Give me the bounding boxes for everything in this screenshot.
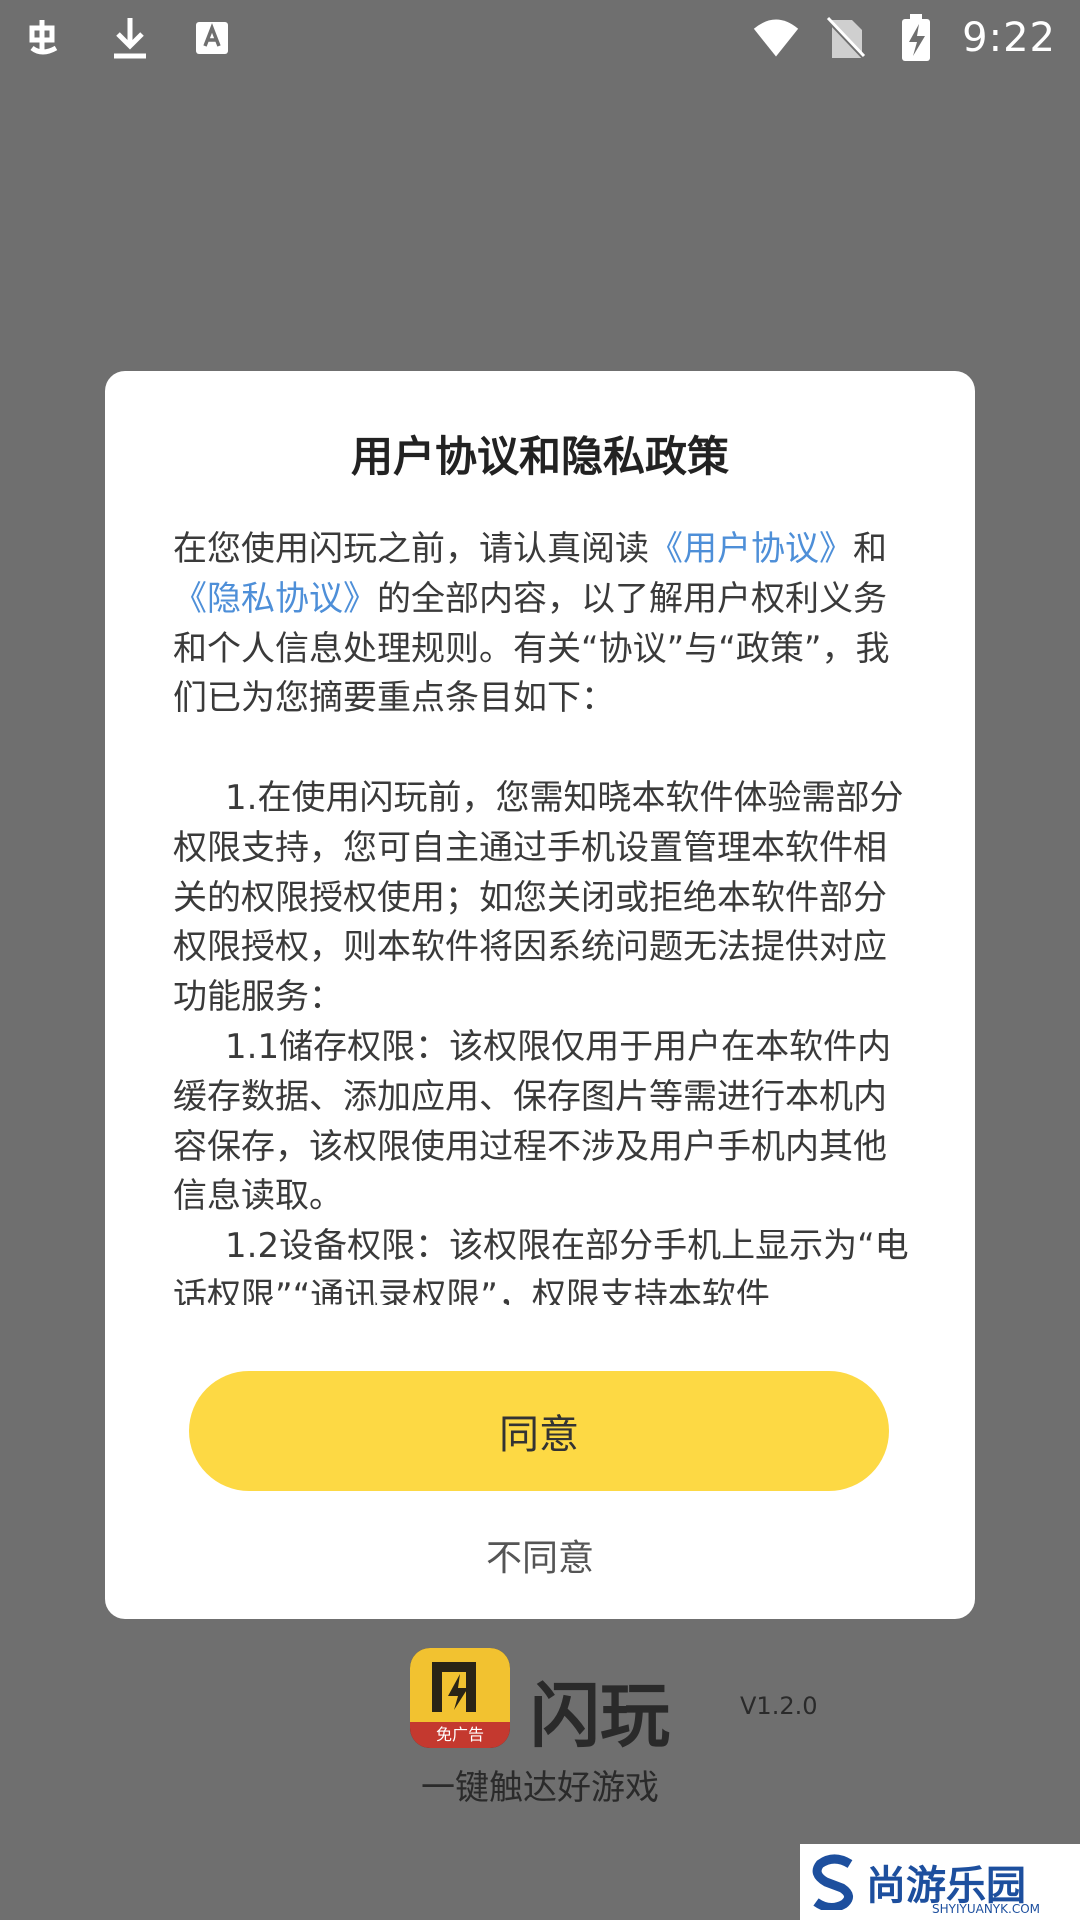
agree-button[interactable]: 同意 [189, 1371, 889, 1491]
status-bar-left [24, 14, 236, 62]
disagree-button[interactable]: 不同意 [105, 1529, 975, 1581]
keyboard-icon [188, 14, 236, 62]
clause-1: 1.在使用闪玩前，您需知晓本软件体验需部分权限支持，您可自主通过手机设置管理本软… [173, 777, 904, 1018]
privacy-agreement-link[interactable]: 《隐私协议》 [173, 579, 377, 619]
app-version: V1.2.0 [740, 1692, 818, 1720]
wifi-icon [752, 14, 800, 62]
dialog-body[interactable]: 在您使用闪玩之前，请认真阅读《用户协议》和《隐私协议》的全部内容，以了解用户权利… [173, 525, 913, 1305]
dialog-title: 用户协议和隐私政策 [350, 432, 729, 481]
download-icon [106, 14, 154, 62]
intro-text-1: 在您使用闪玩之前，请认真阅读 [173, 529, 649, 569]
app-name: 闪玩 [530, 1675, 670, 1757]
app-slogan: 一键触达好游戏 [421, 1768, 659, 1808]
clause-1-2: 1.2设备权限：该权限在部分手机上显示为“电话权限”“通讯录权限”，权限支持本软… [173, 1226, 909, 1305]
watermark-logo-icon [812, 1854, 853, 1910]
site-watermark: 尚游乐园 SHYIYUANYK.COM [800, 1844, 1080, 1920]
watermark-subtext: SHYIYUANYK.COM [932, 1902, 1040, 1916]
status-bar: 9:22 [0, 0, 1080, 76]
intro-paragraph: 在您使用闪玩之前，请认真阅读《用户协议》和《隐私协议》的全部内容，以了解用户权利… [173, 525, 913, 724]
battery-charging-icon [892, 14, 940, 62]
no-sim-icon [822, 14, 870, 62]
app-icon-badge: 免广告 [410, 1722, 510, 1748]
intro-text-2: 和 [853, 529, 887, 569]
status-time: 9:22 [962, 15, 1056, 61]
agreement-dialog: 用户协议和隐私政策 在您使用闪玩之前，请认真阅读《用户协议》和《隐私协议》的全部… [105, 371, 975, 1619]
app-logo: 免广告 [410, 1648, 510, 1748]
status-bar-right: 9:22 [752, 14, 1056, 62]
user-agreement-link[interactable]: 《用户协议》 [649, 529, 853, 569]
lightning-icon [410, 1648, 510, 1722]
app-notification-icon [24, 14, 72, 62]
clause-1-1: 1.1储存权限：该权限仅用于用户在本软件内缓存数据、添加应用、保存图片等需进行本… [173, 1026, 892, 1217]
